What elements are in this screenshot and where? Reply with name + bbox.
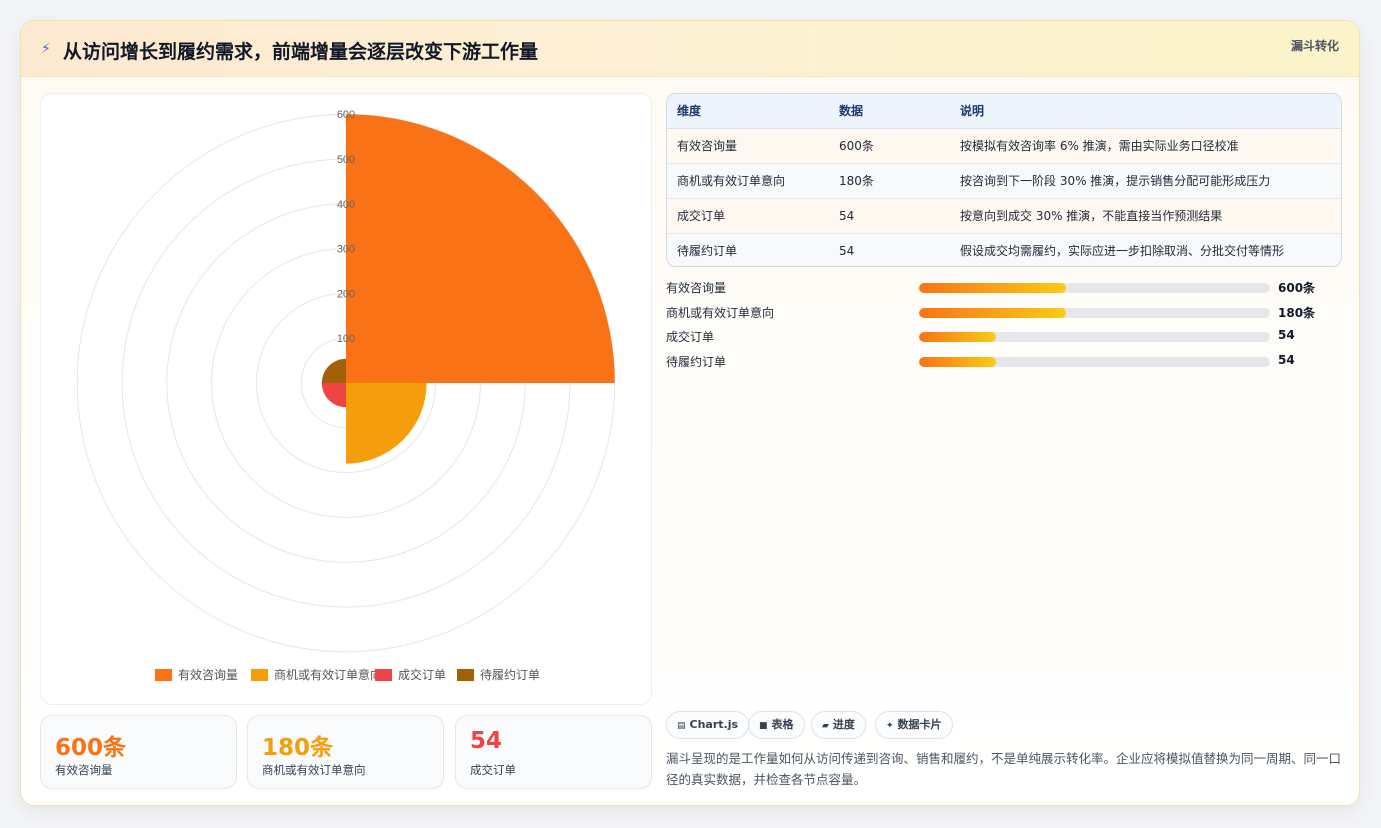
- description-text: 漏斗呈现的是工作量如何从访问传递到咨询、销售和履约，不是单纯展示转化率。企业应将…: [666, 751, 1342, 787]
- polar-sector: [346, 114, 615, 383]
- progress-value: 600条: [1278, 281, 1316, 295]
- legend-label: 有效咨询量: [178, 667, 238, 682]
- progress-list: 有效咨询量 600条 商机或有效订单意向 180条 成交订单 54 待履约订单 …: [666, 277, 1342, 375]
- progress-row: 待履约订单 54: [666, 351, 1342, 376]
- card-header: ⚡ 从访问增长到履约需求，前端增量会逐层改变下游工作量 漏斗转化: [21, 21, 1359, 77]
- tick-label: 300: [337, 244, 355, 256]
- legend-swatch: [375, 669, 392, 681]
- chip-progress[interactable]: ▰ 进度: [811, 711, 866, 739]
- sparkle-icon: ✦: [886, 721, 894, 731]
- legend-swatch: [457, 669, 474, 681]
- table-cell: 商机或有效订单意向: [667, 163, 829, 199]
- tick-label: 600: [337, 109, 355, 121]
- table-cell: 成交订单: [667, 198, 829, 234]
- chip-label: Chart.js: [689, 718, 739, 731]
- table-cell: 600条: [829, 128, 950, 164]
- legend-swatch: [251, 669, 268, 681]
- legend-label: 商机或有效订单意向: [274, 667, 382, 682]
- stat-value: 600条: [55, 735, 127, 761]
- tick-label: 200: [337, 288, 355, 300]
- progress-value: 54: [1278, 352, 1295, 367]
- progress-fill: [919, 307, 1067, 318]
- table-header-data: 数据: [829, 94, 950, 129]
- polar-sector: [321, 383, 346, 408]
- table-cell: 54: [829, 198, 950, 234]
- table-cell: 有效咨询量: [667, 128, 829, 164]
- polar-area-chart: 100 200 300 400 500 600 有效咨询量 商机或有效订单意向 成交订单 待履约订…: [40, 93, 652, 705]
- table-cell: 按模拟有效咨询率 6% 推演，需由实际业务口径校准: [950, 128, 1341, 164]
- progress-row: 有效咨询量 600条: [666, 277, 1342, 302]
- chip-label: 表格: [771, 718, 794, 731]
- table-cell: 假设成交均需履约，实际应进一步扣除取消、分批交付等情形: [950, 233, 1341, 266]
- progress-label: 待履约订单: [666, 354, 727, 369]
- chip-chartjs[interactable]: ▤ Chart.js: [666, 711, 750, 739]
- dashboard-card: ⚡ 从访问增长到履约需求，前端增量会逐层改变下游工作量 漏斗转化 100 200 3…: [20, 20, 1360, 806]
- table-cell: 54: [829, 233, 950, 266]
- table-row: 待履约订单 54 假设成交均需履约，实际应进一步扣除取消、分批交付等情形: [667, 233, 1341, 266]
- progress-fill: [919, 283, 1067, 293]
- progress-value: 54: [1278, 328, 1295, 343]
- bolt-icon: ⚡: [41, 41, 51, 57]
- table-header-description: 说明: [950, 94, 1341, 129]
- table-row: 有效咨询量 600条 按模拟有效咨询率 6% 推演，需由实际业务口径校准: [667, 128, 1341, 164]
- progress-track: [919, 332, 1270, 343]
- table-header-dimension: 维度: [667, 94, 829, 129]
- polar-sector: [346, 383, 427, 464]
- progress-icon: ▰: [822, 721, 829, 731]
- progress-fill: [919, 332, 997, 343]
- progress-track: [919, 307, 1270, 318]
- table-cell: 待履约订单: [667, 233, 829, 266]
- stat-card: 600条 有效咨询量: [40, 715, 237, 789]
- tick-label: 100: [337, 333, 355, 345]
- category-tag: 漏斗转化: [1290, 39, 1339, 53]
- progress-label: 有效咨询量: [666, 281, 727, 295]
- legend-swatch: [155, 669, 172, 681]
- polar-chart-svg: 100 200 300 400 500 600 有效咨询量 商机或有效订单意向 成交订单 待履约订…: [76, 109, 616, 682]
- data-table: 维度 数据 说明 有效咨询量 600条 按模拟有效咨询率 6% 推演，需由实际业…: [666, 93, 1342, 267]
- chip-label: 数据卡片: [897, 718, 942, 731]
- table-icon: ■: [759, 721, 768, 731]
- progress-value: 180条: [1278, 305, 1316, 320]
- tick-label: 500: [337, 154, 355, 166]
- chip-label: 进度: [832, 718, 855, 731]
- stat-card: 54 成交订单: [455, 715, 652, 789]
- progress-fill: [919, 356, 997, 367]
- progress-row: 商机或有效订单意向 180条: [666, 302, 1342, 327]
- table-cell: 按意向到成交 30% 推演，不能直接当作预测结果: [950, 198, 1341, 234]
- table-cell: 180条: [829, 163, 950, 199]
- stat-value: 180条: [262, 735, 334, 761]
- legend-label: 成交订单: [398, 667, 446, 682]
- stat-label: 商机或有效订单意向: [262, 763, 366, 777]
- stat-label: 有效咨询量: [55, 763, 113, 777]
- stat-value: 54: [470, 728, 503, 754]
- legend-label: 待履约订单: [480, 667, 540, 682]
- stat-label: 成交订单: [470, 763, 516, 777]
- progress-row: 成交订单 54: [666, 326, 1342, 351]
- table-cell: 按咨询到下一阶段 30% 推演，提示销售分配可能形成压力: [950, 163, 1341, 199]
- stat-card: 180条 商机或有效订单意向: [247, 715, 444, 789]
- table-row: 成交订单 54 按意向到成交 30% 推演，不能直接当作预测结果: [667, 198, 1341, 234]
- table-row: 商机或有效订单意向 180条 按咨询到下一阶段 30% 推演，提示销售分配可能形…: [667, 163, 1341, 199]
- progress-label: 成交订单: [666, 330, 715, 345]
- page-title: 从访问增长到履约需求，前端增量会逐层改变下游工作量: [63, 41, 539, 63]
- table-header-row: 维度 数据 说明: [667, 94, 1341, 129]
- chip-table[interactable]: ■ 表格: [748, 711, 805, 739]
- chart-icon: ▤: [677, 721, 686, 731]
- tick-label: 400: [337, 199, 355, 211]
- polar-sector: [321, 358, 346, 383]
- progress-track: [919, 283, 1270, 293]
- chip-data-card[interactable]: ✦ 数据卡片: [875, 711, 953, 739]
- progress-label: 商机或有效订单意向: [666, 305, 775, 320]
- progress-track: [919, 356, 1270, 367]
